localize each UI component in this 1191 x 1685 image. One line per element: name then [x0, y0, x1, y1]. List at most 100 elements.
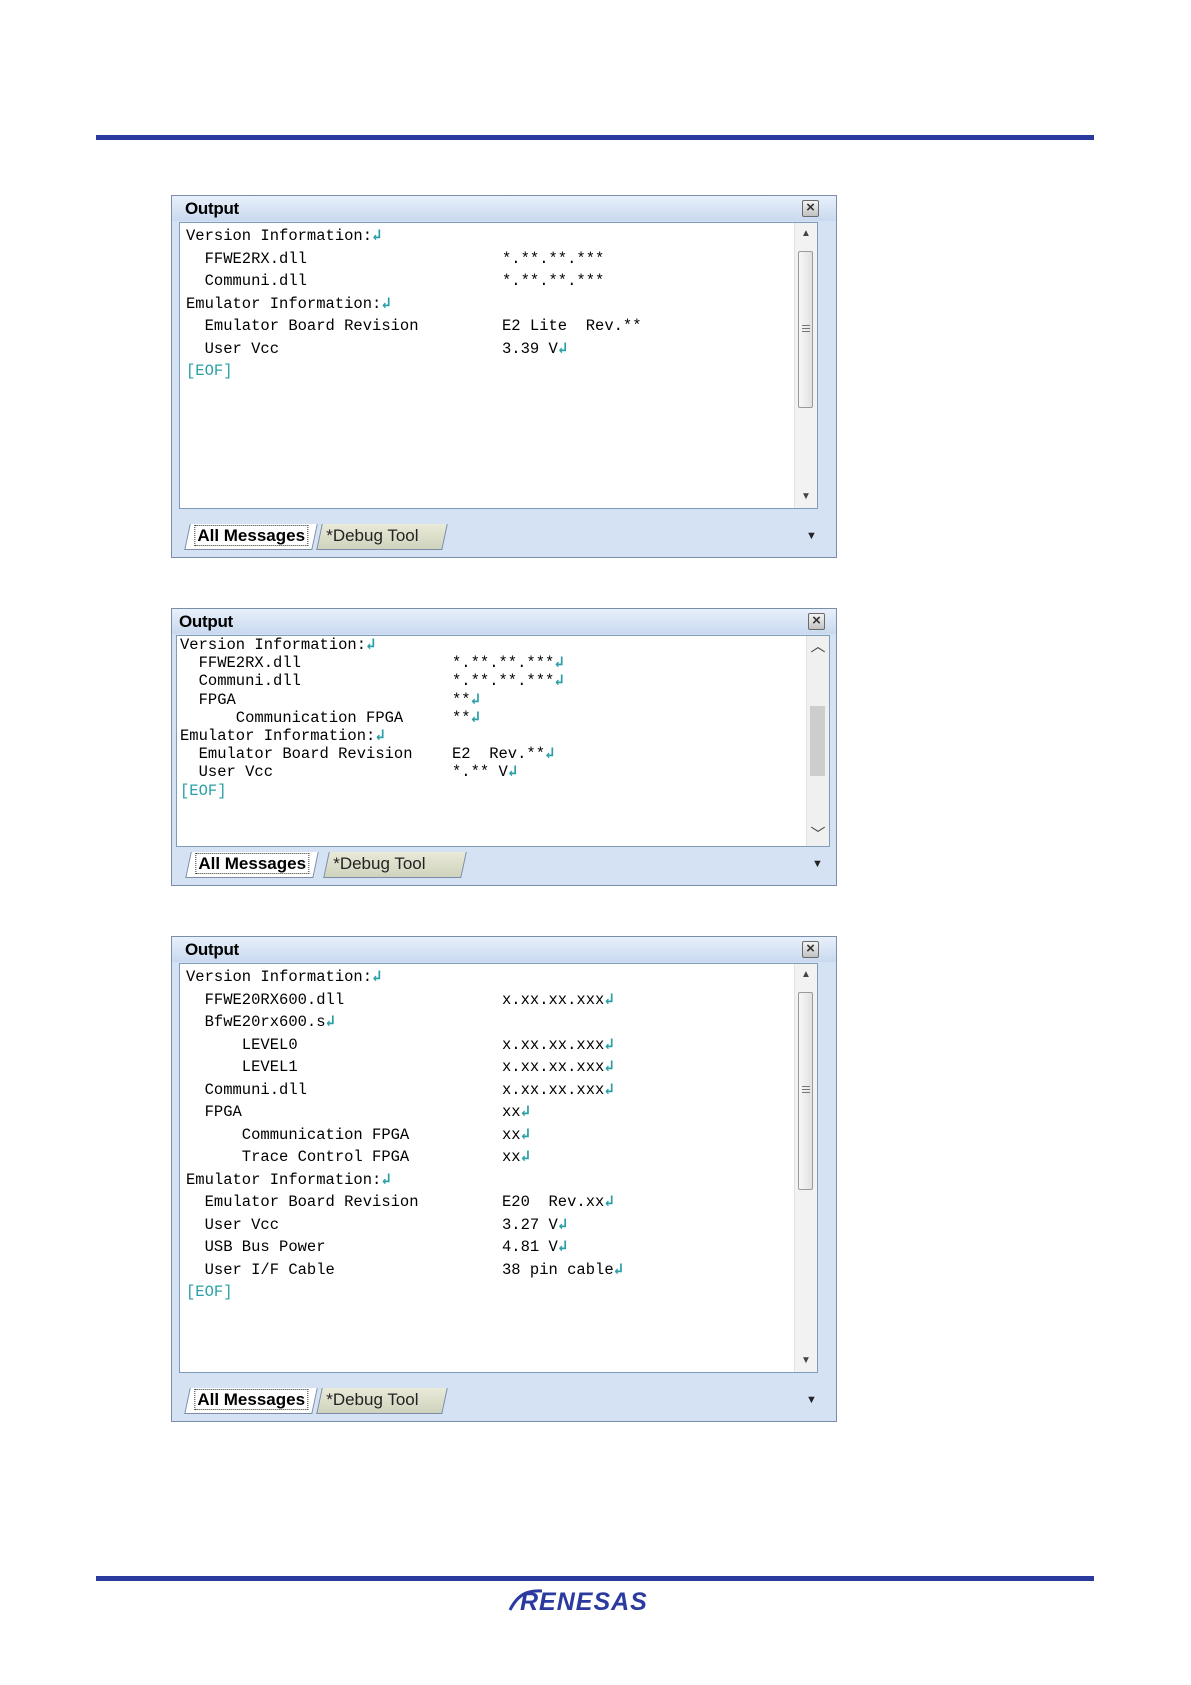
output-line: LEVEL1 x.xx.xx.xxx↲: [186, 1056, 787, 1079]
tab-bar: All Messages *Debug Tool ▼: [176, 852, 830, 881]
scroll-up-icon[interactable]: ︿: [807, 638, 829, 656]
scroll-down-icon[interactable]: ▼: [795, 1352, 817, 1370]
tab-all-messages[interactable]: All Messages: [184, 1388, 318, 1414]
return-arrow-icon: ↲: [507, 763, 518, 782]
tab-bar: All Messages *Debug Tool ▼: [179, 1388, 829, 1417]
output-text-area[interactable]: Version Information:↲ FFWE20RX600.dll x.x…: [179, 963, 818, 1373]
panel-title: Output: [185, 199, 239, 218]
scroll-down-icon[interactable]: ﹀: [807, 826, 829, 844]
return-arrow-icon: ↲: [470, 690, 480, 709]
line-label: Communi.dll: [186, 272, 307, 290]
line-label: FPGA: [180, 690, 236, 709]
line-value: xx↲: [502, 1148, 530, 1166]
return-arrow-icon: ↲: [366, 636, 376, 654]
tab-debug-tool[interactable]: *Debug Tool: [316, 1388, 448, 1414]
close-icon[interactable]: ×: [802, 941, 819, 958]
renesas-logo-graphic: RENESAS: [508, 1588, 647, 1616]
line-value: E20 Rev.xx↲: [502, 1193, 614, 1211]
return-arrow-icon: ↲: [372, 968, 382, 986]
scroll-thumb[interactable]: [810, 706, 825, 776]
output-line: FPGA xx↲: [186, 1101, 787, 1124]
output-line: BfwE20rx600.s↲: [186, 1011, 787, 1034]
line-value: E2 Lite Rev.**: [502, 317, 642, 335]
output-line: FPGA **↲: [180, 691, 799, 709]
chevron-down-icon[interactable]: ▼: [806, 1394, 817, 1406]
return-arrow-icon: ↲: [604, 1035, 614, 1054]
scroll-thumb[interactable]: [798, 992, 813, 1190]
close-icon[interactable]: ×: [808, 613, 825, 630]
output-line: Communication FPGA **↲: [180, 709, 799, 727]
scroll-up-icon[interactable]: ▲: [795, 966, 817, 984]
output-line: USB Bus Power 4.81 V↲: [186, 1236, 787, 1259]
output-line: LEVEL0 x.xx.xx.xxx↲: [186, 1034, 787, 1057]
tab-debug-tool[interactable]: *Debug Tool: [323, 852, 467, 878]
line-label: LEVEL0: [186, 1035, 298, 1054]
line-value: 4.81 V↲: [502, 1238, 568, 1256]
return-arrow-icon: ↲: [325, 1013, 335, 1031]
close-icon[interactable]: ×: [802, 200, 819, 217]
output-line: FFWE2RX.dll *.**.**.***: [186, 248, 787, 271]
vertical-scrollbar[interactable]: ▲ ▼: [794, 964, 817, 1372]
vertical-scrollbar[interactable]: ︿ ﹀: [806, 636, 829, 846]
output-line: Version Information:↲: [186, 966, 787, 989]
vertical-scrollbar[interactable]: ▲ ▼: [794, 223, 817, 508]
output-line: User Vcc *.** V↲: [180, 763, 799, 781]
line-label: Communi.dll: [180, 672, 301, 691]
eof-marker: [EOF]: [180, 781, 227, 800]
line-label: User Vcc: [186, 1215, 280, 1234]
return-arrow-icon: ↲: [375, 726, 385, 745]
output-line: Emulator Board Revision E20 Rev.xx↲: [186, 1191, 787, 1214]
titlebar: Output ×: [172, 196, 836, 221]
return-arrow-icon: ↲: [554, 654, 564, 673]
output-text-area[interactable]: Version Information:↲ FFWE2RX.dll *.**.**…: [179, 222, 818, 509]
header-rule: [96, 135, 1094, 140]
titlebar: Output ×: [172, 937, 836, 962]
scroll-up-icon[interactable]: ▲: [795, 225, 817, 243]
tab-all-messages[interactable]: All Messages: [185, 852, 319, 878]
output-line: Communi.dll *.**.**.***: [186, 270, 787, 293]
tab-all-messages[interactable]: All Messages: [184, 524, 318, 550]
chevron-down-icon[interactable]: ▼: [806, 530, 817, 542]
line-value: x.xx.xx.xxx↲: [502, 990, 614, 1009]
output-lines: Version Information:↲ FFWE20RX600.dll x.x…: [186, 966, 787, 1304]
scroll-down-icon[interactable]: ▼: [795, 488, 817, 506]
line-label: USB Bus Power: [186, 1238, 326, 1256]
line-label: Version Information:↲: [186, 227, 382, 245]
output-line: Emulator Information:↲: [186, 1169, 787, 1192]
line-value: *.**.**.***: [502, 272, 605, 290]
return-arrow-icon: ↲: [381, 294, 391, 313]
output-line: Communi.dll *.**.**.***↲: [180, 672, 799, 690]
line-label: FFWE20RX600.dll: [186, 990, 345, 1009]
line-label: FFWE2RX.dll: [180, 654, 301, 673]
eof-marker: [EOF]: [186, 1283, 233, 1301]
output-lines: Version Information:↲ FFWE2RX.dll *.**.**…: [186, 225, 787, 383]
line-label: Communication FPGA: [186, 1125, 410, 1144]
line-label: Version Information:↲: [186, 968, 382, 986]
output-panel-e2-lite: Output × Version Information:↲ FFWE2RX.d…: [171, 195, 837, 558]
line-label: Emulator Board Revision: [186, 1193, 419, 1211]
tab-bar: All Messages *Debug Tool ▼: [179, 524, 829, 553]
output-panel-e20: Output × Version Information:↲ FFWE20RX6…: [171, 936, 837, 1422]
return-arrow-icon: ↲: [557, 339, 568, 358]
output-line: Emulator Information:↲: [180, 727, 799, 745]
line-value: 38 pin cable↲: [502, 1260, 623, 1279]
chevron-down-icon[interactable]: ▼: [812, 858, 823, 870]
output-text-area[interactable]: Version Information:↲ FFWE2RX.dll *.**.**…: [176, 635, 830, 847]
scroll-thumb[interactable]: [798, 251, 813, 408]
tab-debug-tool[interactable]: *Debug Tool: [316, 524, 448, 550]
output-line: FFWE2RX.dll *.**.**.***↲: [180, 654, 799, 672]
line-label: Emulator Board Revision: [180, 745, 413, 764]
return-arrow-icon: ↲: [372, 227, 382, 245]
line-value: *.**.**.***↲: [452, 654, 564, 673]
output-line: FFWE20RX600.dll x.xx.xx.xxx↲: [186, 989, 787, 1012]
line-label: Emulator Information:↲: [186, 1170, 391, 1189]
line-value: x.xx.xx.xxx↲: [502, 1035, 614, 1054]
titlebar: Output ×: [172, 609, 836, 634]
return-arrow-icon: ↲: [545, 745, 555, 764]
line-label: FPGA: [186, 1103, 242, 1121]
line-label: Emulator Information:↲: [186, 294, 391, 313]
line-label: Emulator Information:↲: [180, 726, 385, 745]
line-value: **↲: [452, 708, 480, 727]
return-arrow-icon: ↲: [604, 1058, 614, 1076]
return-arrow-icon: ↲: [604, 990, 614, 1009]
